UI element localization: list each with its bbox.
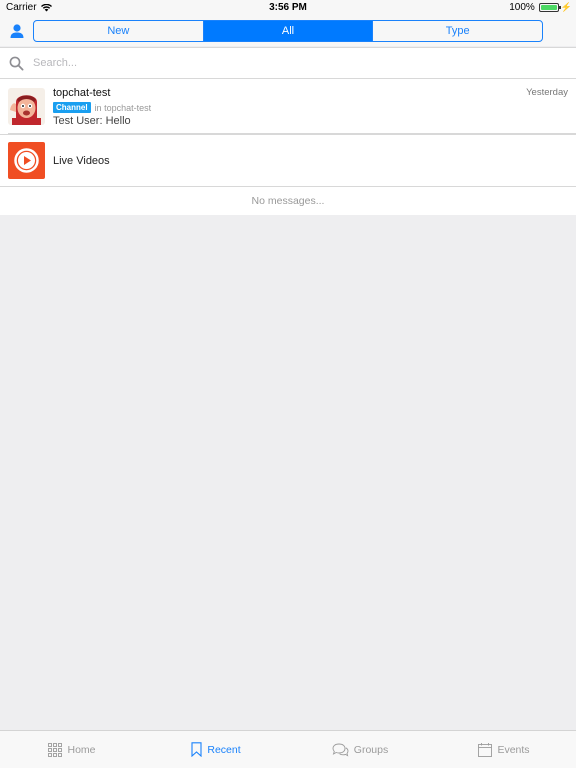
live-videos-icon [8,142,45,179]
live-videos-label: Live Videos [53,155,110,167]
battery-percent: 100% [509,2,535,13]
filter-segmented-control: New All Type [33,20,543,42]
tab-recent-label: Recent [207,743,241,756]
conversation-title: topchat-test [53,87,111,99]
search-icon [9,56,24,71]
status-bar: Carrier 3:56 PM 100% ⚡ [0,0,576,16]
conversation-context: in topchat-test [94,102,152,113]
conversation-meta: Channel in topchat-test [53,102,151,113]
segment-all[interactable]: All [203,21,374,41]
tab-groups[interactable]: Groups [288,731,432,768]
list-item-live-videos[interactable]: Live Videos [0,134,576,186]
empty-state-text: No messages... [0,186,576,215]
tab-bar: Home Recent Groups Events [0,730,576,768]
list-item[interactable]: topchat-test Yesterday Channel in topcha… [0,79,576,134]
chat-bubbles-icon [332,743,349,757]
tab-home-label: Home [67,743,96,756]
top-nav: New All Type [0,16,576,46]
grid-icon [48,742,63,757]
tab-groups-label: Groups [353,743,389,756]
segment-type[interactable]: Type [373,21,542,41]
battery-icon [538,3,561,12]
calendar-icon [478,742,493,757]
tab-events[interactable]: Events [432,731,576,768]
conversation-list: topchat-test Yesterday Channel in topcha… [0,79,576,186]
tab-home[interactable]: Home [0,731,144,768]
last-message-preview: Test User: Hello [53,115,131,127]
channel-badge: Channel [53,102,91,113]
conversation-timestamp: Yesterday [526,87,568,98]
search-bar [0,47,576,79]
segment-new[interactable]: New [34,21,204,41]
battery-status: 100% ⚡ [509,2,572,13]
play-icon [14,148,39,173]
avatar-illustration-icon [8,88,45,125]
charging-icon: ⚡ [560,2,572,12]
tab-events-label: Events [497,743,530,756]
profile-icon[interactable] [8,22,26,40]
avatar [8,88,45,125]
clock: 3:56 PM [269,2,307,13]
tab-recent[interactable]: Recent [144,731,288,768]
bookmark-icon [191,742,202,757]
search-input[interactable] [33,54,553,72]
